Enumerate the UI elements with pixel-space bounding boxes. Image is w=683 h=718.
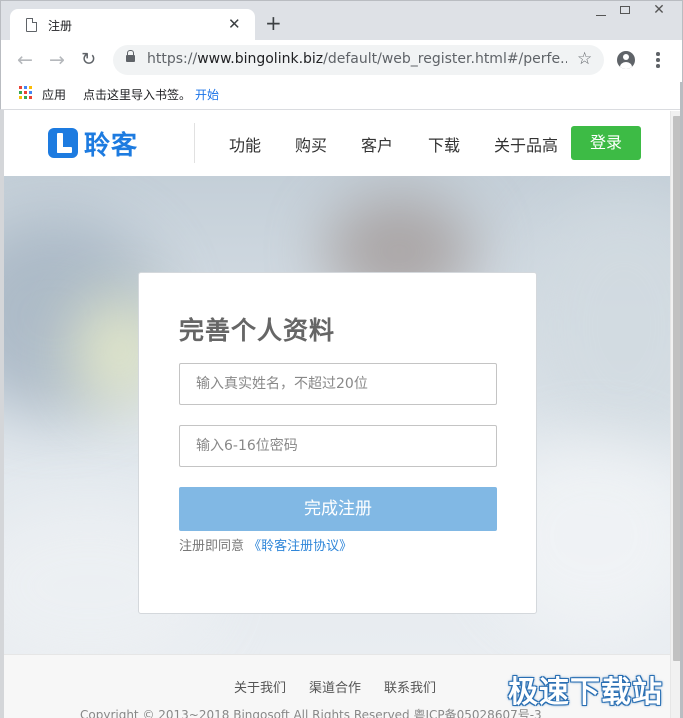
- header-divider: [194, 123, 195, 163]
- profile-icon[interactable]: [617, 51, 635, 69]
- bookmark-apps[interactable]: 应用: [42, 86, 66, 103]
- footer-about-link[interactable]: 关于我们: [234, 677, 286, 696]
- browser-titlebar: 注册 ✕ + ✕: [0, 0, 683, 41]
- name-input[interactable]: [179, 363, 497, 405]
- submit-register-button[interactable]: 完成注册: [179, 487, 497, 531]
- nav-download[interactable]: 下载: [428, 132, 460, 156]
- bookmark-import-text: 点击这里导入书签。: [83, 88, 192, 102]
- login-button[interactable]: 登录: [571, 126, 641, 160]
- password-input[interactable]: [179, 425, 497, 467]
- page-viewport: 聆客 功能 购买 客户 下载 关于品高 登录 完善个人资料 完成注册 注册即同意…: [4, 111, 670, 718]
- footer-contact-link[interactable]: 联系我们: [384, 677, 436, 696]
- star-icon[interactable]: ☆: [577, 49, 592, 69]
- back-arrow-icon[interactable]: ←: [17, 50, 33, 70]
- nav-about[interactable]: 关于品高: [494, 132, 558, 156]
- lock-icon[interactable]: [126, 50, 135, 62]
- hero-background: 完善个人资料 完成注册 注册即同意 《聆客注册协议》: [4, 176, 670, 654]
- new-tab-icon[interactable]: +: [265, 13, 282, 33]
- forward-arrow-icon[interactable]: →: [49, 50, 65, 70]
- window-minimize-icon[interactable]: [590, 3, 612, 18]
- bookmark-start-link[interactable]: 开始: [195, 86, 219, 103]
- copyright-text: Copyright © 2013~2018 Bingosoft All Righ…: [80, 708, 542, 718]
- logo-icon[interactable]: [48, 128, 78, 158]
- browser-toolbar: ← → ↻ https://www.bingolink.biz/default/…: [0, 40, 683, 82]
- agreement-text: 注册即同意 《聆客注册协议》: [179, 539, 353, 554]
- site-header: 聆客 功能 购买 客户 下载 关于品高 登录: [4, 111, 670, 176]
- nav-customers[interactable]: 客户: [361, 132, 393, 156]
- reload-icon[interactable]: ↻: [81, 50, 96, 70]
- window-restore-icon[interactable]: [614, 3, 636, 18]
- tab-close-icon[interactable]: ✕: [228, 15, 241, 33]
- nav-features[interactable]: 功能: [229, 132, 261, 156]
- tab-title: 注册: [48, 19, 73, 33]
- footer-channel-link[interactable]: 渠道合作: [309, 677, 361, 696]
- url-text[interactable]: https://www.bingolink.biz/default/web_re…: [147, 51, 567, 67]
- file-icon: [26, 18, 37, 32]
- profile-form-card: 完善个人资料 完成注册 注册即同意 《聆客注册协议》: [138, 272, 537, 614]
- watermark-logo: 极速下载站: [508, 675, 663, 710]
- address-bar[interactable]: https://www.bingolink.biz/default/web_re…: [113, 45, 604, 75]
- nav-purchase[interactable]: 购买: [295, 132, 327, 156]
- window-close-icon[interactable]: ✕: [648, 3, 670, 18]
- browser-tab[interactable]: 注册 ✕: [10, 9, 255, 41]
- bookmarks-bar: 应用 点击这里导入书签。 开始: [0, 82, 683, 110]
- form-title: 完善个人资料: [179, 316, 336, 345]
- site-logo[interactable]: 聆客: [84, 125, 138, 162]
- menu-icon[interactable]: [656, 52, 660, 68]
- agreement-link[interactable]: 《聆客注册协议》: [248, 539, 352, 554]
- apps-grid-icon[interactable]: [19, 86, 33, 100]
